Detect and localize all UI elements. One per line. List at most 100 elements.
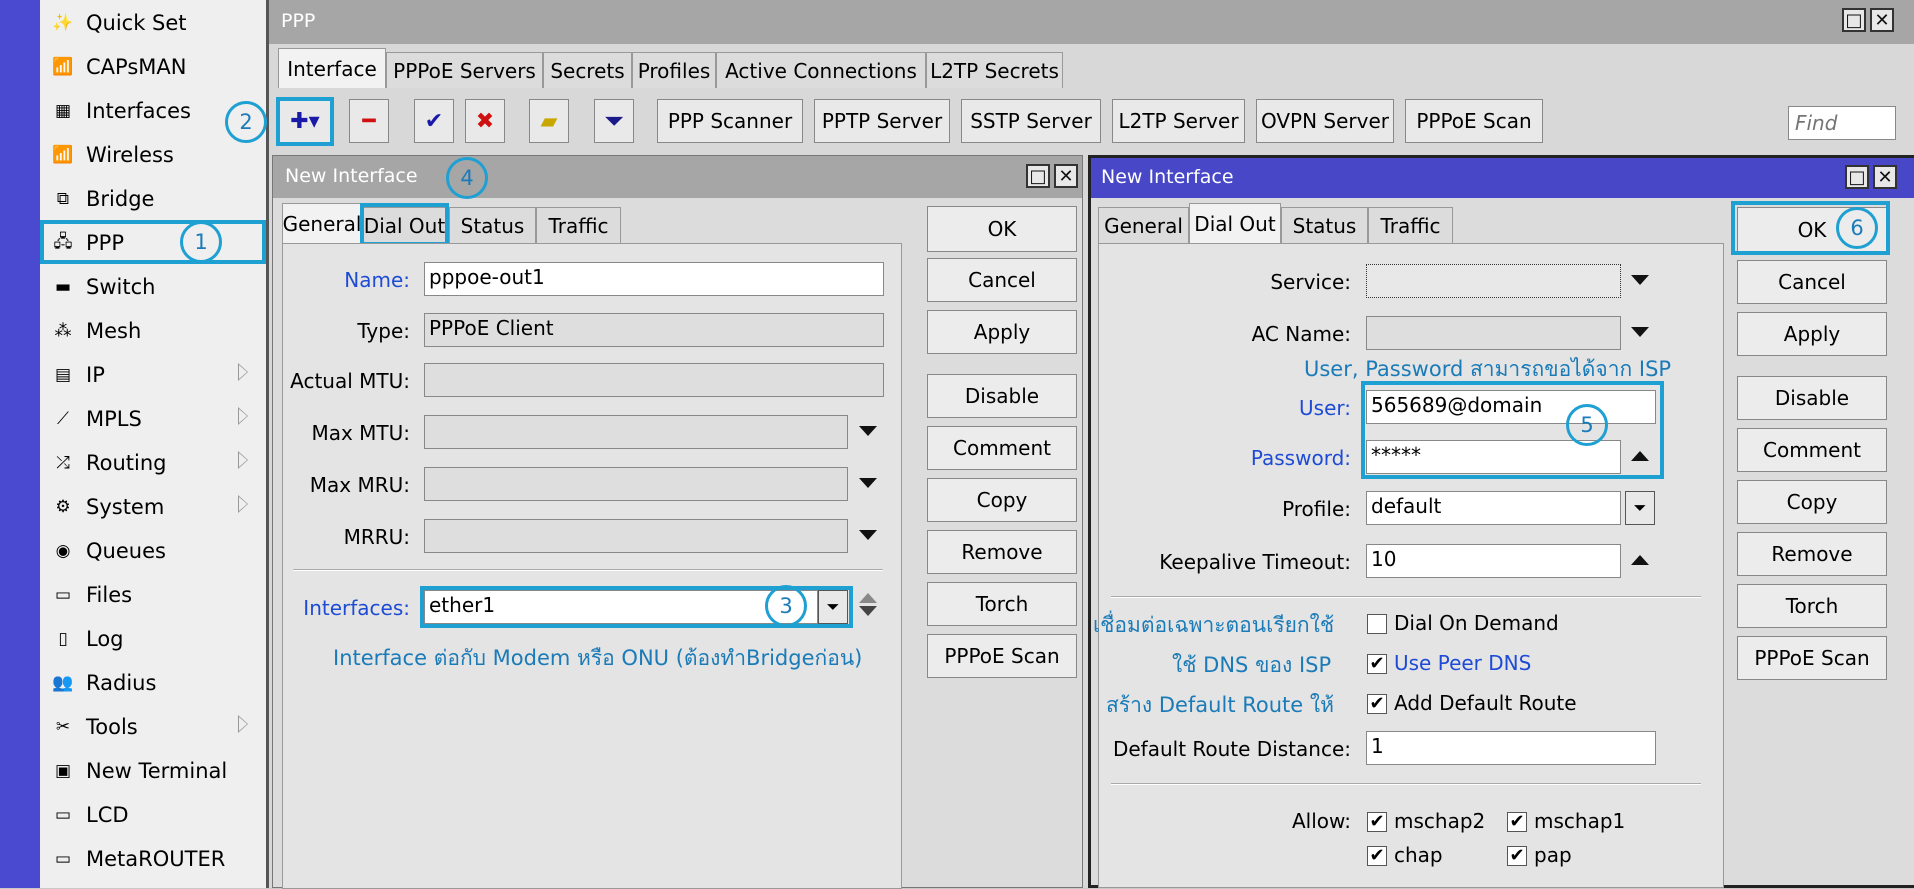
divider	[1111, 783, 1701, 785]
tab-traffic[interactable]: Traffic	[536, 207, 621, 243]
comment-button[interactable]: Comment	[1737, 428, 1887, 472]
sidebar-item-system[interactable]: ⚙ System	[40, 485, 266, 529]
sidebar-item-mpls[interactable]: ⟋ MPLS	[40, 397, 266, 441]
max-mru-field[interactable]	[424, 467, 848, 501]
sidebar-item-metarouter[interactable]: ▭ MetaROUTER	[40, 837, 266, 881]
copy-button[interactable]: Copy	[1737, 480, 1887, 524]
chevron-down-icon[interactable]	[859, 426, 877, 436]
tab-profiles[interactable]: Profiles	[632, 52, 716, 88]
tab-traffic[interactable]: Traffic	[1368, 207, 1453, 243]
service-field[interactable]	[1366, 264, 1621, 298]
distance-label: Default Route Distance:	[1112, 737, 1351, 761]
submenu-arrow-icon	[238, 451, 248, 469]
pppoe-scan-button[interactable]: PPPoE Scan	[1737, 636, 1887, 680]
chevron-down-icon[interactable]	[1631, 275, 1649, 285]
pppoe-scan-button[interactable]: PPPoE Scan	[927, 634, 1077, 678]
chevron-down-icon[interactable]	[1631, 327, 1649, 337]
add-default-route-checkbox[interactable]: ✔	[1367, 694, 1387, 714]
cancel-button[interactable]: Cancel	[927, 258, 1077, 302]
sidebar-item-radius[interactable]: 👥 Radius	[40, 661, 266, 705]
chevron-up-icon[interactable]	[1631, 555, 1649, 565]
sidebar-item-queues[interactable]: ◉ Queues	[40, 529, 266, 573]
sidebar-item-log[interactable]: ▯ Log	[40, 617, 266, 661]
remove-button[interactable]: ━	[349, 99, 389, 143]
sidebar-item-files[interactable]: ▭ Files	[40, 573, 266, 617]
chevron-down-icon[interactable]	[859, 478, 877, 488]
dial-on-demand-checkbox[interactable]	[1367, 614, 1387, 634]
ppp-scanner-button[interactable]: PPP Scanner	[657, 99, 803, 143]
close-icon[interactable]: ✕	[1873, 165, 1897, 189]
pap-checkbox[interactable]: ✔	[1507, 846, 1527, 866]
chevron-down-icon[interactable]	[859, 530, 877, 540]
keepalive-field[interactable]: 10	[1366, 544, 1621, 578]
maximize-icon[interactable]: □	[1845, 165, 1869, 189]
sidebar-item-capsman[interactable]: 📶 CAPsMAN	[40, 45, 266, 89]
disable-button[interactable]: Disable	[1737, 376, 1887, 420]
sidebar-item-mesh[interactable]: ⁂ Mesh	[40, 309, 266, 353]
chap-checkbox[interactable]: ✔	[1367, 846, 1387, 866]
apply-button[interactable]: Apply	[927, 310, 1077, 354]
torch-button[interactable]: Torch	[927, 582, 1077, 626]
cancel-button[interactable]: Cancel	[1737, 260, 1887, 304]
maximize-icon[interactable]: □	[1842, 8, 1866, 32]
tab-status[interactable]: Status	[449, 207, 536, 243]
name-field[interactable]: pppoe-out1	[424, 262, 884, 296]
ok-button[interactable]: OK	[927, 206, 1077, 252]
max-mtu-field[interactable]	[424, 415, 848, 449]
tab-active-connections[interactable]: Active Connections	[716, 52, 926, 88]
mschap2-checkbox[interactable]: ✔	[1367, 812, 1387, 832]
copy-button[interactable]: Copy	[927, 478, 1077, 522]
profile-field[interactable]: default	[1366, 491, 1621, 525]
sidebar-item-label: Bridge	[86, 187, 155, 211]
comment-button[interactable]: Comment	[927, 426, 1077, 470]
right-new-interface-dialog: New Interface □ ✕ General Dial Out Statu…	[1088, 155, 1914, 888]
sstp-server-button[interactable]: SSTP Server	[961, 99, 1101, 143]
pppoe-scan-button[interactable]: PPPoE Scan	[1405, 99, 1543, 143]
disable-button[interactable]: Disable	[927, 374, 1077, 418]
tab-secrets[interactable]: Secrets	[543, 52, 632, 88]
torch-button[interactable]: Torch	[1737, 584, 1887, 628]
sidebar-item-routing[interactable]: ⤮ Routing	[40, 441, 266, 485]
enable-button[interactable]: ✔	[414, 99, 454, 143]
log-icon: ▯	[58, 629, 68, 649]
sidebar-item-label: Switch	[86, 275, 156, 299]
filter-button[interactable]: ⏷	[594, 99, 634, 143]
tab-status[interactable]: Status	[1281, 207, 1368, 243]
sidebar-item-ip[interactable]: ▤ IP	[40, 353, 266, 397]
disable-button[interactable]: ✖	[465, 99, 505, 143]
chevron-up-icon[interactable]	[859, 593, 877, 603]
tab-dial-out[interactable]: Dial Out	[1189, 203, 1281, 243]
dropdown-icon[interactable]: ⏷	[1625, 491, 1655, 525]
comment-button[interactable]: ▰	[529, 99, 569, 143]
sidebar-item-quick-set[interactable]: ✨ Quick Set	[40, 1, 266, 45]
l2tp-server-button[interactable]: L2TP Server	[1112, 99, 1245, 143]
apply-button[interactable]: Apply	[1737, 312, 1887, 356]
pptp-server-button[interactable]: PPTP Server	[814, 99, 950, 143]
divider	[293, 569, 883, 571]
mrru-field[interactable]	[424, 519, 848, 553]
sidebar-item-bridge[interactable]: ⧉ Bridge	[40, 177, 266, 221]
service-label: Service:	[1270, 270, 1351, 294]
use-peer-dns-checkbox[interactable]: ✔	[1367, 654, 1387, 674]
distance-field[interactable]: 1	[1366, 731, 1656, 765]
tab-general[interactable]: General	[1098, 207, 1189, 243]
sidebar-item-lcd[interactable]: ▭ LCD	[40, 793, 266, 837]
close-icon[interactable]: ✕	[1054, 164, 1078, 188]
tab-l2tp-secrets[interactable]: L2TP Secrets	[926, 52, 1063, 88]
tab-pppoe-servers[interactable]: PPPoE Servers	[386, 52, 543, 88]
chevron-down-icon[interactable]	[859, 606, 877, 616]
sidebar-item-switch[interactable]: ▬ Switch	[40, 265, 266, 309]
close-icon[interactable]: ✕	[1870, 8, 1894, 32]
ac-name-field[interactable]	[1366, 316, 1621, 350]
mschap1-checkbox[interactable]: ✔	[1507, 812, 1527, 832]
remove-button[interactable]: Remove	[1737, 532, 1887, 576]
sidebar-item-new-terminal[interactable]: ▣ New Terminal	[40, 749, 266, 793]
tab-interface[interactable]: Interface	[278, 48, 386, 88]
remove-button[interactable]: Remove	[927, 530, 1077, 574]
find-input[interactable]	[1788, 106, 1896, 140]
maximize-icon[interactable]: □	[1026, 164, 1050, 188]
sidebar-item-wireless[interactable]: 📶 Wireless	[40, 133, 266, 177]
sidebar-item-tools[interactable]: ✂ Tools	[40, 705, 266, 749]
tab-general[interactable]: General	[282, 203, 362, 243]
ovpn-server-button[interactable]: OVPN Server	[1256, 99, 1394, 143]
